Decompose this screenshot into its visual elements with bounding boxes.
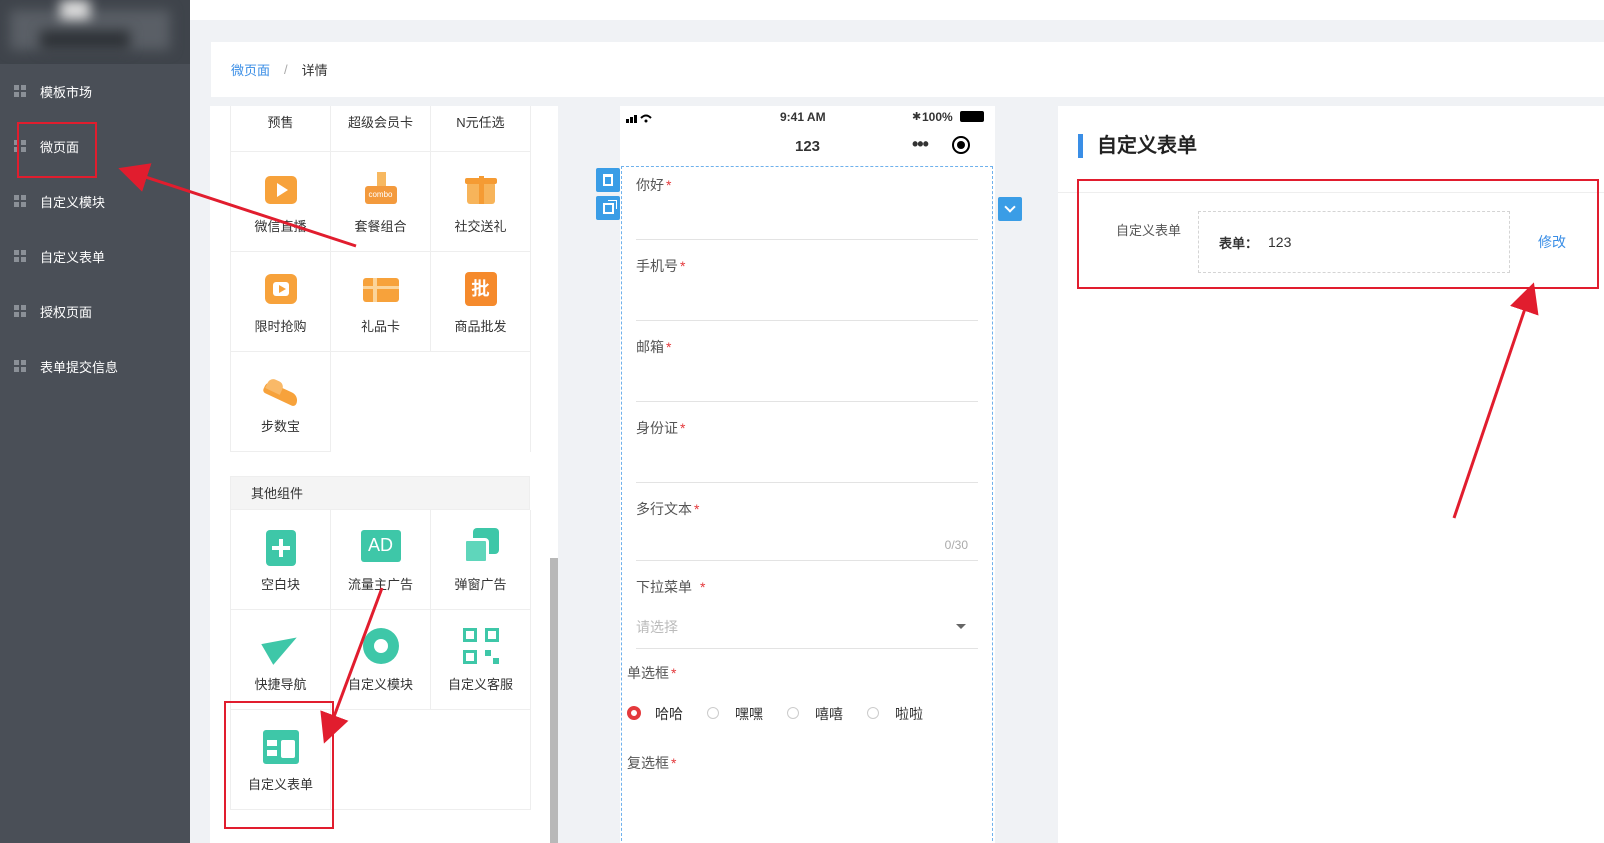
- arrow-to-settings: [1452, 282, 1539, 519]
- arrow-to-component: [320, 587, 384, 744]
- annotation-arrows: [118, 163, 1539, 744]
- arrow-to-sidebar: [118, 163, 357, 248]
